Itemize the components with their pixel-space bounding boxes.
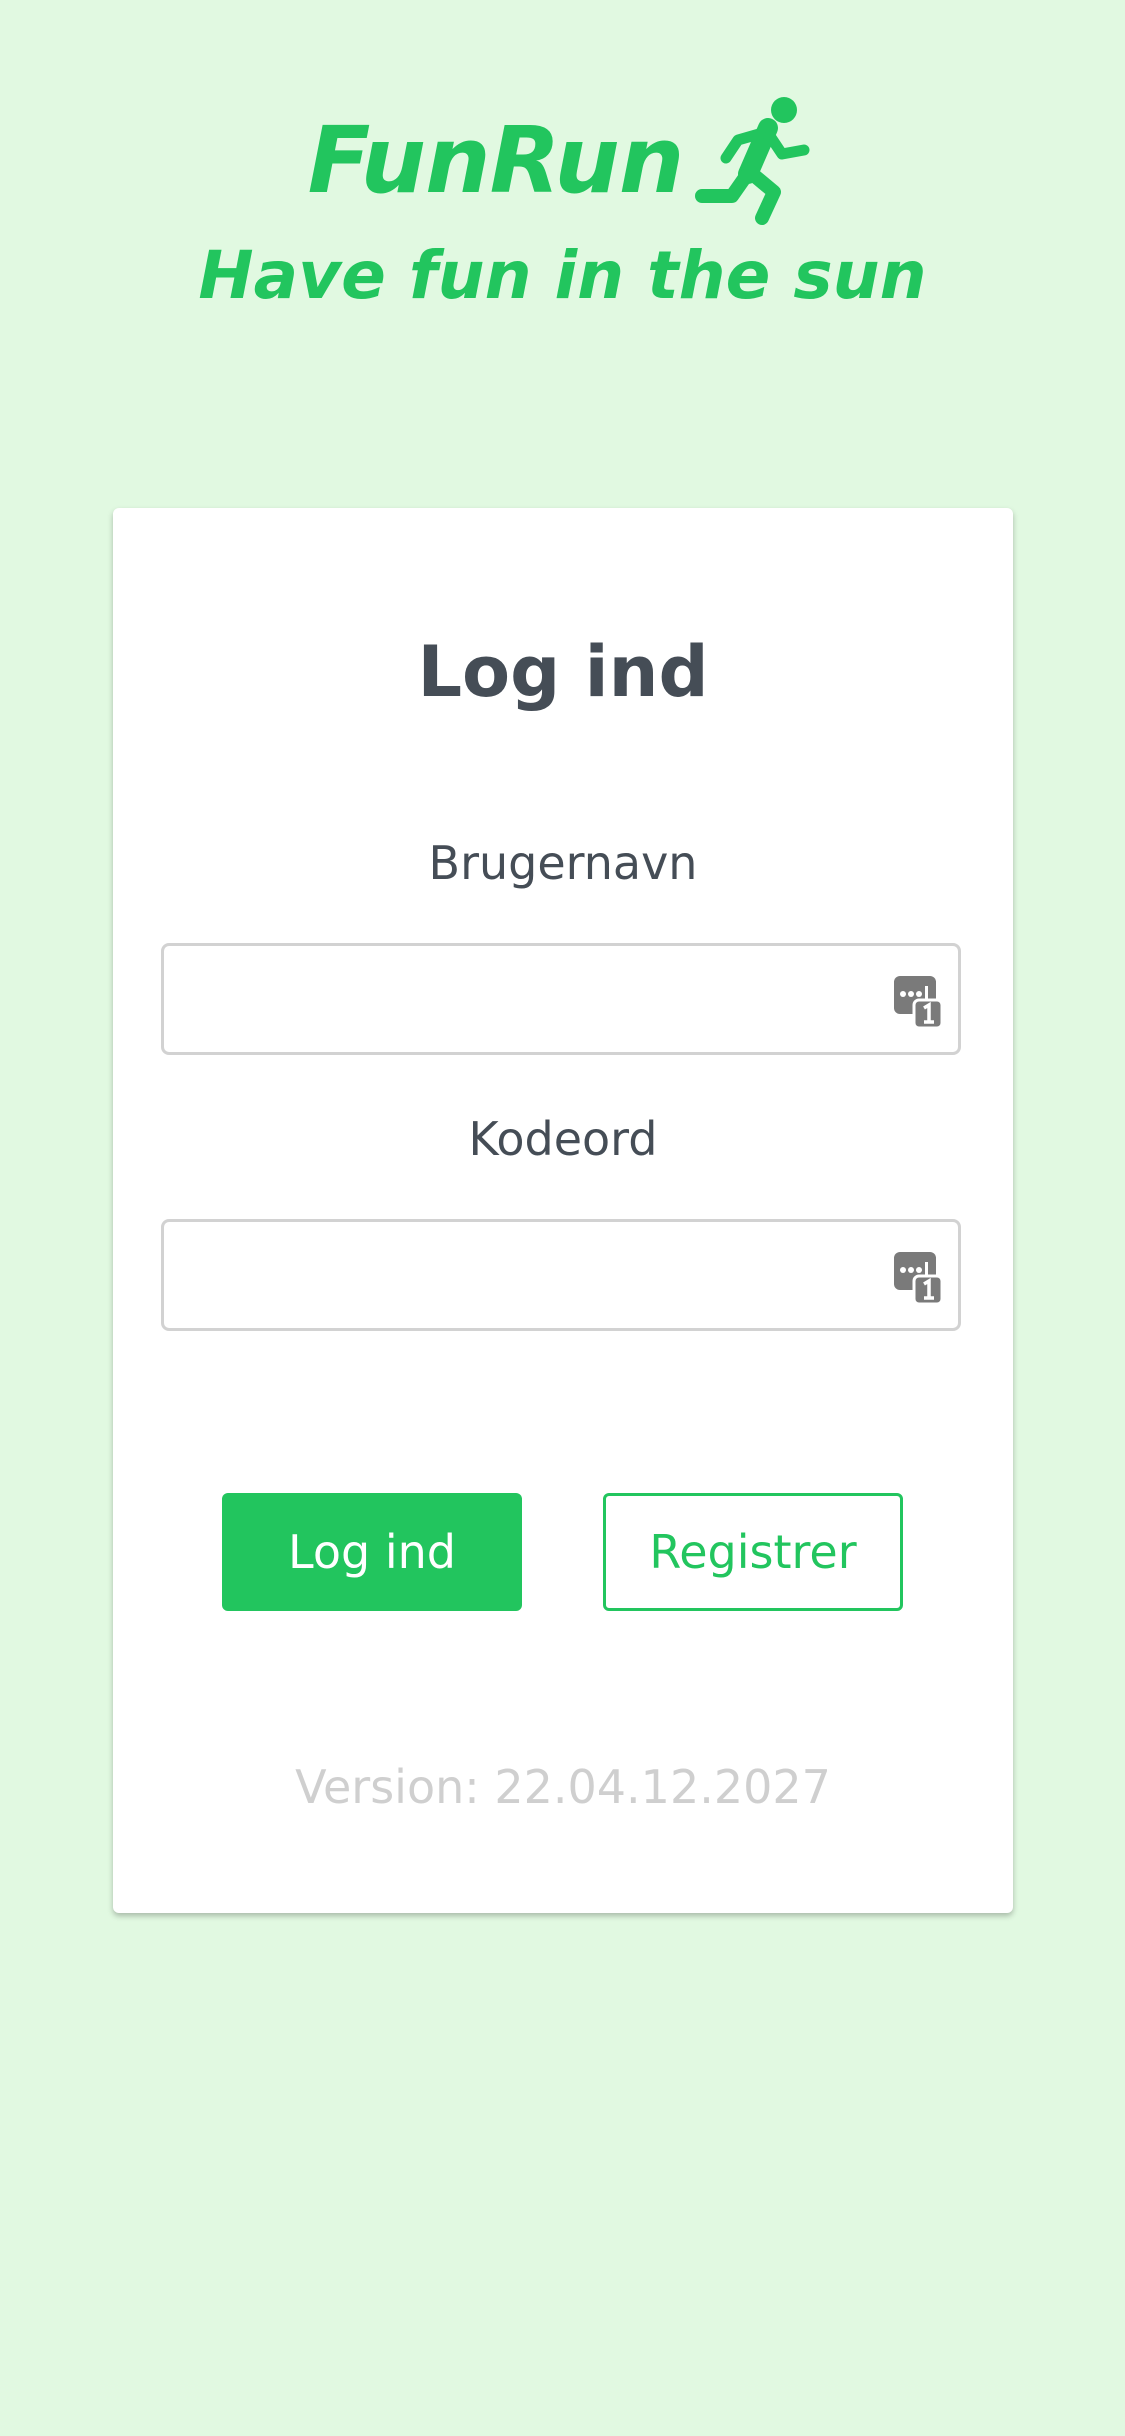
login-button[interactable]: Log ind [222,1493,522,1611]
username-input[interactable] [164,946,864,1052]
password-label: Kodeord [468,1112,658,1166]
password-input[interactable] [164,1222,864,1328]
running-person-icon [695,97,810,225]
password-manager-icon[interactable] [894,974,942,1028]
password-field[interactable] [161,1219,961,1331]
tagline: Have fun in the sun [198,237,927,314]
password-manager-icon[interactable] [894,1250,942,1304]
register-button[interactable]: Registrer [603,1493,903,1611]
logo: FunRun [0,96,1125,226]
brand-header: FunRun Have fun in the sun [0,96,1125,313]
username-field[interactable] [161,943,961,1055]
card-title: Log ind [417,631,709,713]
version-text: Version: 22.04.12.2027 [295,1760,831,1814]
login-card: Log ind Brugernavn Kodeord Log ind Regis… [113,508,1013,1913]
username-label: Brugernavn [428,836,698,890]
app-name: FunRun [307,107,685,214]
